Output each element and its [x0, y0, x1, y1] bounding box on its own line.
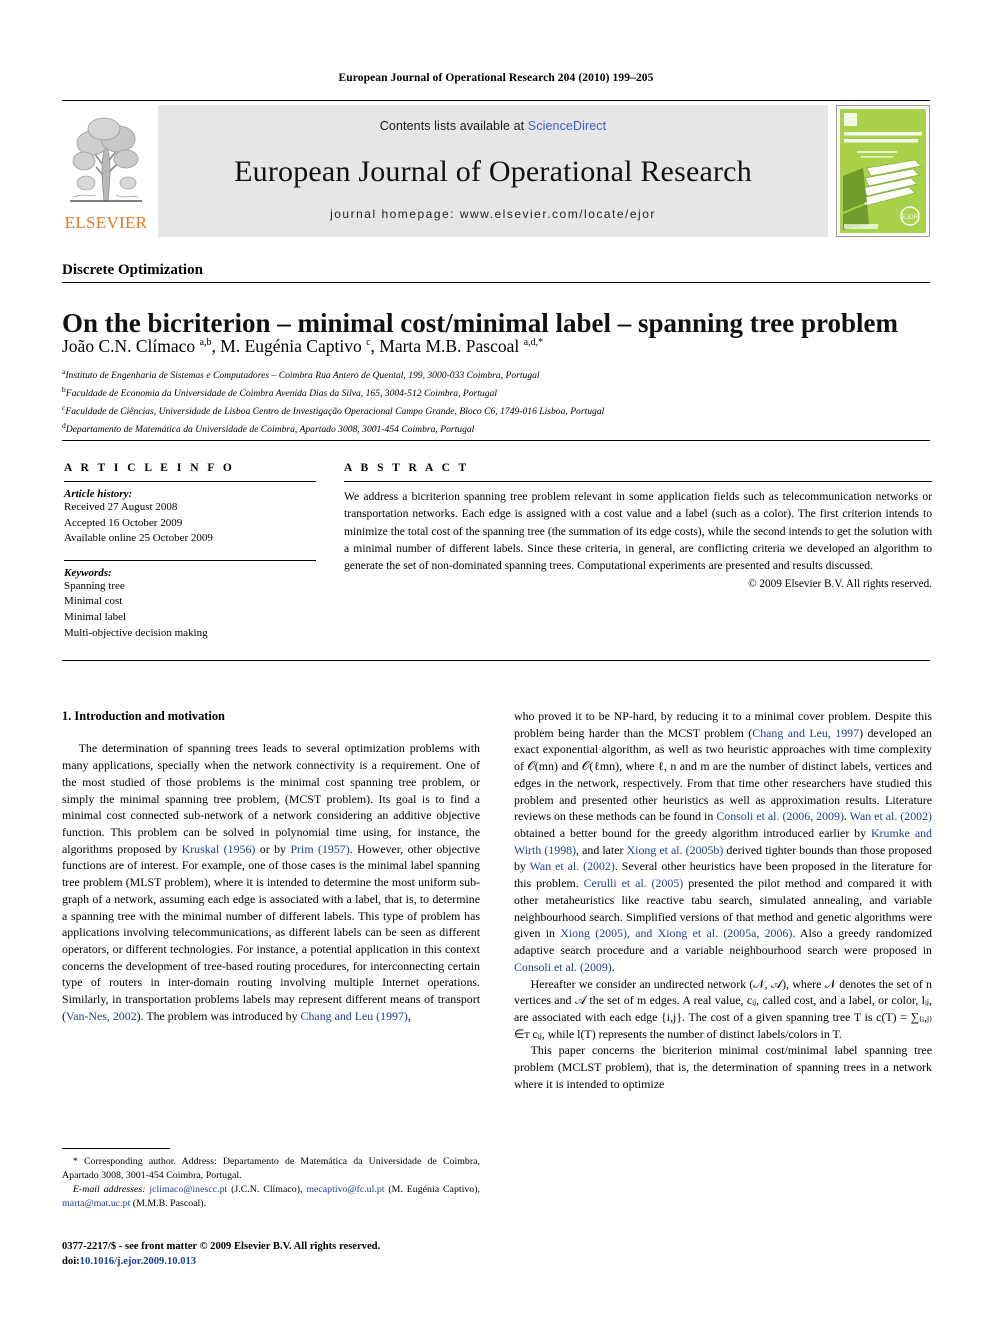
article-history-item: Available online 25 October 2009 — [64, 532, 213, 545]
email-addresses-label: E-mail addresses: — [72, 1183, 146, 1195]
email-addresses-note: E-mail addresses: jclimaco@inescc.pt (J.… — [62, 1183, 481, 1209]
citation-link[interactable]: Krumke and Wirth (1998) — [514, 826, 932, 857]
citation-link[interactable]: Wan et al. (2002) — [850, 809, 932, 823]
keyword-item: Minimal cost — [64, 595, 123, 608]
footnote-block: * Corresponding author. Address: Departa… — [62, 1155, 480, 1210]
keyword-item: Minimal label — [64, 611, 127, 624]
sciencedirect-link[interactable]: ScienceDirect — [528, 119, 606, 133]
article-info-heading: A R T I C L E I N F O — [64, 462, 235, 474]
running-head: European Journal of Operational Research… — [338, 72, 654, 84]
affiliation-list: aInstituto de Engenharia de Sistemas e C… — [62, 366, 930, 438]
keyword-item: Multi-objective decision making — [64, 626, 208, 639]
abstract-column: A B S T R A C T We address a bicriterion… — [344, 462, 932, 590]
affiliation-item: cFaculdade de Ciências, Universidade de … — [62, 403, 605, 418]
paper-page: European Journal of Operational Research… — [0, 0, 992, 1323]
citation-link[interactable]: Cerulli et al. (2005) — [584, 876, 684, 890]
footnote-rule — [62, 1148, 170, 1149]
elsevier-tree-icon — [66, 109, 146, 207]
citation-link[interactable]: Wan et al. (2002) — [530, 859, 615, 873]
abstract-bottom-rule — [62, 660, 930, 661]
body-paragraph: This paper concerns the bicriterion mini… — [514, 1043, 932, 1091]
journal-masthead: ELSEVIER Contents lists available at Sci… — [62, 100, 930, 238]
affiliation-item: bFaculdade de Economia da Universidade d… — [62, 385, 497, 400]
copyright-line: © 2009 Elsevier B.V. All rights reserved… — [748, 578, 932, 591]
body-paragraph: The determination of spanning trees lead… — [62, 741, 480, 1023]
issn-line: 0377-2217/$ - see front matter © 2009 El… — [62, 1241, 381, 1252]
author-list: João C.N. Clímaco a,b, M. Eugénia Captiv… — [62, 336, 544, 356]
abstract-heading: A B S T R A C T — [344, 462, 470, 474]
elsevier-wordmark: ELSEVIER — [64, 213, 148, 232]
corresponding-author-note: * Corresponding author. Address: Departa… — [62, 1156, 480, 1181]
keywords-rule — [64, 559, 316, 561]
section-heading-introduction: 1. Introduction and motivation — [62, 709, 225, 723]
body-column-left: 1. Introduction and motivation The deter… — [62, 708, 480, 1025]
title-divider — [62, 282, 930, 283]
contents-lists-line: Contents lists available at ScienceDirec… — [380, 119, 606, 133]
elsevier-logo: ELSEVIER — [62, 105, 150, 237]
affiliation-item: aInstituto de Engenharia de Sistemas e C… — [62, 367, 540, 382]
abstract-text: We address a bicriterion spanning tree p… — [344, 490, 932, 573]
journal-homepage-line[interactable]: journal homepage: www.elsevier.com/locat… — [158, 207, 828, 221]
abstract-rule — [344, 481, 932, 482]
body-column-right: who proved it to be NP-hard, by reducing… — [514, 708, 932, 1093]
article-info-column: A R T I C L E I N F O Article history: R… — [64, 462, 316, 641]
masthead-center-band: Contents lists available at ScienceDirec… — [158, 105, 828, 237]
citation-link[interactable]: Consoli et al. (2009) — [514, 960, 612, 974]
page-title: On the bicriterion – minimal cost/minima… — [62, 308, 898, 339]
imprint-block: 0377-2217/$ - see front matter © 2009 El… — [62, 1240, 492, 1270]
body-paragraph: Hereafter we consider an undirected netw… — [514, 976, 932, 1041]
email-link[interactable]: jclimaco@inescc.pt — [149, 1184, 227, 1195]
citation-link[interactable]: Van-Nes, 2002 — [66, 1009, 137, 1023]
info-top-rule — [62, 440, 930, 441]
svg-text:EJOR: EJOR — [902, 215, 919, 221]
citation-link[interactable]: Consoli et al. (2006, 2009) — [716, 809, 844, 823]
citation-link[interactable]: Xiong (2005), and Xiong et al. (2005a, 2… — [560, 926, 792, 940]
article-info-rule — [64, 481, 316, 482]
citation-link[interactable]: Xiong et al. (2005b) — [627, 843, 724, 857]
email-link[interactable]: marta@mat.uc.pt — [62, 1198, 130, 1209]
citation-link[interactable]: Chang and Leu (1997) — [301, 1009, 408, 1023]
doi-line: doi:10.1016/j.ejor.2009.10.013 — [62, 1255, 197, 1267]
contents-prefix: Contents lists available at — [379, 119, 528, 133]
footnote-star-marker: * — [72, 1156, 78, 1167]
subject-section-label: Discrete Optimization — [62, 262, 203, 278]
journal-title: European Journal of Operational Research — [234, 155, 752, 188]
citation-link[interactable]: Kruskal (1956) — [182, 842, 256, 856]
keyword-item: Spanning tree — [64, 579, 125, 592]
email-link[interactable]: mecaptivo@fc.ul.pt — [306, 1184, 384, 1195]
journal-cover-thumbnail: EJOR — [836, 105, 930, 237]
keywords-heading: Keywords: — [64, 566, 112, 579]
affiliation-item: dDepartamento de Matemática da Universid… — [62, 421, 475, 436]
article-history-heading: Article history: — [64, 488, 133, 500]
citation-link[interactable]: Chang and Leu, 1997 — [752, 726, 859, 740]
doi-link[interactable]: 10.1016/j.ejor.2009.10.013 — [80, 1256, 196, 1267]
body-paragraph: who proved it to be NP-hard, by reducing… — [514, 709, 933, 974]
article-history-item: Received 27 August 2008 — [64, 501, 178, 513]
citation-link[interactable]: Prim (1957) — [290, 842, 349, 856]
article-history-item: Accepted 16 October 2009 — [64, 516, 183, 529]
